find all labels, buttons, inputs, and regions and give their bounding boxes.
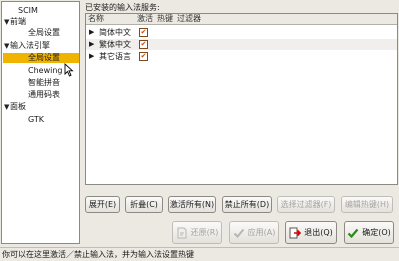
edit-hotkeys-button[interactable]: 编辑热键(H) — [341, 196, 393, 213]
column-hotkey[interactable]: 热键 — [157, 14, 173, 24]
ok-button[interactable]: 确定(O) — [344, 221, 394, 244]
table-row[interactable]: ▶ 简体中文 ✔ — [86, 27, 397, 38]
tree-item-gtk[interactable]: GTK — [28, 115, 44, 125]
apply-check-icon — [233, 228, 244, 238]
enable-checkbox[interactable]: ✔ — [139, 40, 148, 49]
table-row[interactable]: ▶ 繁体中文 ✔ — [86, 39, 397, 50]
scim-setup-window: SCIM ▼前端 全局设置 ▼输入法引擎 全局设置 Chewing 智能拼音 通… — [0, 0, 399, 261]
tree-item-general-table[interactable]: 通用码表 — [28, 90, 60, 100]
enable-all-button[interactable]: 激活所有(N) — [168, 196, 216, 213]
exit-button[interactable]: 退出(Q) — [285, 221, 337, 244]
status-text: 你可以在这里激活／禁止输入法，并为输入法设置热键 — [2, 250, 194, 259]
im-service-table[interactable]: 名称 激活 热键 过滤器 ▶ 简体中文 ✔ ▶ 繁体中文 ✔ ▶ 其它语言 ✔ — [85, 13, 398, 185]
expander-arrow-icon[interactable]: ▶ — [89, 27, 94, 38]
expand-button[interactable]: 展开(E) — [85, 196, 120, 213]
column-filter[interactable]: 过滤器 — [177, 14, 201, 24]
settings-tree[interactable]: SCIM ▼前端 全局设置 ▼输入法引擎 全局设置 Chewing 智能拼音 通… — [1, 1, 80, 244]
column-enable[interactable]: 激活 — [137, 14, 153, 24]
restore-button[interactable]: 还原(R) — [172, 221, 222, 244]
tree-item-panel[interactable]: ▼面板 — [4, 102, 26, 112]
tree-item-chewing[interactable]: Chewing — [28, 66, 63, 76]
tree-item-frontend[interactable]: ▼前端 — [4, 17, 26, 27]
table-row[interactable]: ▶ 其它语言 ✔ — [86, 51, 397, 62]
tree-item-scim[interactable]: SCIM — [18, 6, 38, 16]
column-name[interactable]: 名称 — [88, 14, 104, 24]
tree-item-frontend-global[interactable]: 全局设置 — [28, 28, 60, 38]
expander-arrow-icon[interactable]: ▶ — [89, 51, 94, 62]
expander-arrow-icon[interactable]: ▶ — [89, 39, 94, 50]
table-header: 名称 激活 热键 过滤器 — [86, 14, 397, 25]
collapse-button[interactable]: 折叠(C) — [125, 196, 163, 213]
tree-item-im-engine[interactable]: ▼输入法引擎 — [4, 41, 50, 51]
tree-item-im-global[interactable]: 全局设置 — [3, 53, 79, 63]
exit-door-icon — [289, 227, 302, 238]
enable-checkbox[interactable]: ✔ — [139, 52, 148, 61]
status-bar: 你可以在这里激活／禁止输入法，并为输入法设置热键 — [0, 247, 399, 261]
disable-all-button[interactable]: 禁止所有(D) — [222, 196, 272, 213]
section-title: 已安装的输入法服务: — [85, 3, 160, 12]
ok-check-icon — [347, 228, 359, 238]
mouse-pointer-icon — [64, 63, 74, 77]
select-filters-button[interactable]: 选择过滤器(F) — [277, 196, 335, 213]
restore-icon — [177, 227, 187, 238]
tree-item-pinyin[interactable]: 智能拼音 — [28, 78, 60, 88]
enable-checkbox[interactable]: ✔ — [139, 28, 148, 37]
apply-button[interactable]: 应用(A) — [229, 221, 279, 244]
